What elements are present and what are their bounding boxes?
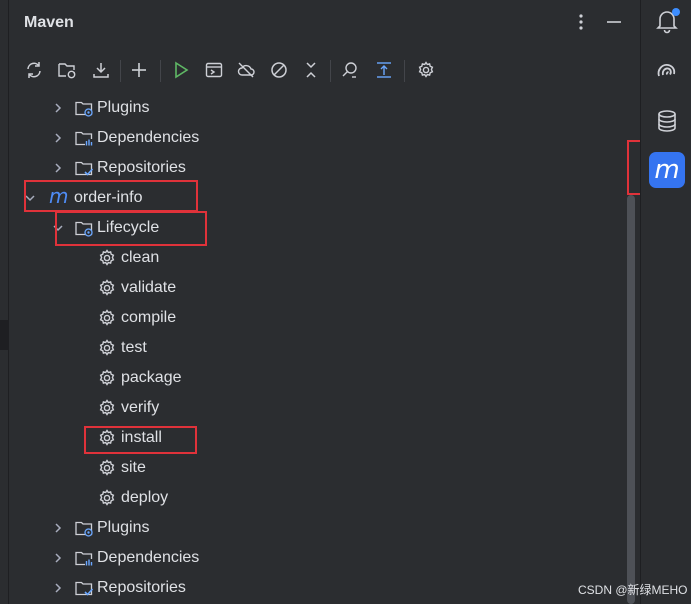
tree-row[interactable]: install: [9, 423, 609, 453]
run-icon[interactable]: [169, 58, 193, 82]
tree-row[interactable]: verify: [9, 393, 609, 423]
tree-row[interactable]: deploy: [9, 483, 609, 513]
tree-row-label: Dependencies: [97, 129, 200, 146]
right-tool-strip: m: [640, 0, 691, 604]
maven-module-icon: m: [49, 184, 69, 208]
maven-toolbar: [9, 52, 640, 88]
chevron-right-icon[interactable]: [51, 131, 65, 145]
folder-dependencies-icon: [74, 548, 94, 568]
chevron-right-icon[interactable]: [51, 161, 65, 175]
download-icon[interactable]: [89, 58, 113, 82]
tree-row-label: order-info: [74, 189, 143, 206]
show-dependencies-icon[interactable]: [372, 58, 396, 82]
gear-icon: [97, 368, 117, 388]
tree-row[interactable]: package: [9, 363, 609, 393]
tree-row[interactable]: Repositories: [9, 573, 609, 603]
offline-mode-icon[interactable]: [234, 58, 258, 82]
maven-tool-button[interactable]: m: [649, 152, 685, 188]
chevron-down-icon[interactable]: [23, 191, 37, 205]
settings-icon[interactable]: [414, 58, 438, 82]
reload-folder-icon[interactable]: [55, 58, 79, 82]
tree-row-label: Lifecycle: [97, 219, 160, 236]
toolbar-separator: [330, 60, 331, 82]
chevron-right-icon[interactable]: [51, 101, 65, 115]
tree-row[interactable]: Plugins: [9, 513, 609, 543]
tree-row-label: clean: [121, 249, 160, 266]
folder-plugins-icon: [74, 518, 94, 538]
gear-icon: [97, 458, 117, 478]
tree-row[interactable]: clean: [9, 243, 609, 273]
maven-tool-window: Maven Plugins Dependencies Repositories …: [9, 0, 640, 604]
execute-goal-icon[interactable]: [202, 58, 226, 82]
tree-row[interactable]: Dependencies: [9, 123, 609, 153]
more-options-icon[interactable]: [569, 10, 593, 34]
tree-row-label: Repositories: [97, 159, 186, 176]
collapse-all-icon[interactable]: [299, 58, 323, 82]
gear-icon: [97, 248, 117, 268]
vertical-scrollbar[interactable]: [627, 195, 635, 604]
skip-tests-icon[interactable]: [267, 58, 291, 82]
panel-header: Maven: [9, 0, 640, 46]
minimize-icon[interactable]: [602, 10, 626, 34]
ai-assistant-icon[interactable]: [654, 58, 680, 84]
gear-icon: [97, 278, 117, 298]
reload-icon[interactable]: [22, 58, 46, 82]
tree-row-label: deploy: [121, 489, 169, 506]
chevron-right-icon[interactable]: [51, 551, 65, 565]
tree-row-label: site: [121, 459, 146, 476]
folder-repositories-icon: [74, 578, 94, 598]
chevron-right-icon[interactable]: [51, 581, 65, 595]
left-editor-edge: [0, 0, 9, 604]
folder-lifecycle-icon: [74, 218, 94, 238]
folder-repositories-icon: [74, 158, 94, 178]
folder-plugins-icon: [74, 98, 94, 118]
gear-icon: [97, 398, 117, 418]
panel-title: Maven: [24, 14, 74, 31]
add-icon[interactable]: [127, 58, 151, 82]
tree-row[interactable]: m order-info: [9, 183, 609, 213]
tree-row[interactable]: test: [9, 333, 609, 363]
chevron-right-icon[interactable]: [51, 521, 65, 535]
analyze-dependencies-icon[interactable]: [338, 58, 362, 82]
gear-icon: [97, 488, 117, 508]
tree-row-label: install: [121, 429, 162, 446]
tree-row[interactable]: compile: [9, 303, 609, 333]
toolbar-separator: [160, 60, 161, 82]
tree-row[interactable]: site: [9, 453, 609, 483]
tree-row-label: Plugins: [97, 519, 150, 536]
gear-icon: [97, 428, 117, 448]
tree-row[interactable]: validate: [9, 273, 609, 303]
gear-icon: [97, 338, 117, 358]
chevron-down-icon[interactable]: [51, 221, 65, 235]
tree-row-label: Plugins: [97, 99, 150, 116]
toolbar-separator: [404, 60, 405, 82]
toolbar-separator: [120, 60, 121, 82]
database-icon[interactable]: [654, 108, 680, 134]
tree-row-label: validate: [121, 279, 177, 296]
tree-row-label: Dependencies: [97, 549, 200, 566]
tree-row-label: Repositories: [97, 579, 186, 596]
tree-row[interactable]: Plugins: [9, 93, 609, 123]
tree-row-label: compile: [121, 309, 177, 326]
tree-row-label: verify: [121, 399, 160, 416]
tree-row[interactable]: Repositories: [9, 153, 609, 183]
notification-badge: [672, 8, 680, 16]
gear-icon: [97, 308, 117, 328]
tree-row[interactable]: Dependencies: [9, 543, 609, 573]
tree-row-label: test: [121, 339, 147, 356]
tree-row[interactable]: Lifecycle: [9, 213, 609, 243]
folder-dependencies-icon: [74, 128, 94, 148]
csdn-watermark: CSDN @新绿MEHO: [578, 583, 688, 597]
tree-row-label: package: [121, 369, 182, 386]
